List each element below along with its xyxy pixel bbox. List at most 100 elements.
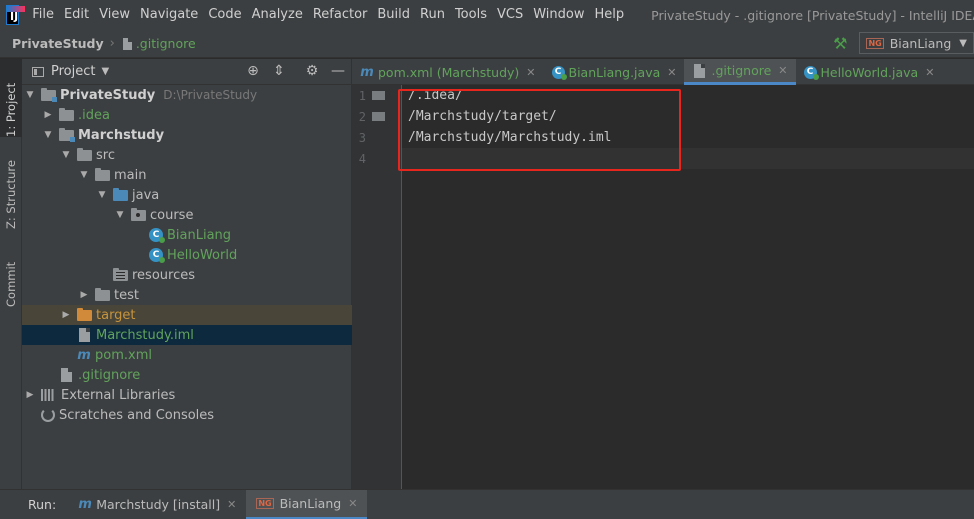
tree-item[interactable]: ▼ course bbox=[22, 205, 352, 225]
build-hammer-icon[interactable]: ⚒ bbox=[833, 34, 847, 53]
chevron-down-icon[interactable]: ▼ bbox=[101, 66, 109, 77]
project-panel-header: Project ▼ ⊕ ⇕ ⚙ — bbox=[22, 59, 351, 85]
gutter-line: 4 bbox=[352, 148, 401, 169]
tool-tab-structure[interactable]: Z: Structure bbox=[0, 149, 22, 229]
maven-icon: m bbox=[78, 497, 92, 512]
editor-tab[interactable]: m pom.xml (Marchstudy) ✕ bbox=[352, 59, 544, 85]
tree-item-label: resources bbox=[132, 267, 196, 283]
tool-tab-commit[interactable]: Commit bbox=[0, 247, 22, 307]
tree-item-label: HelloWorld bbox=[167, 247, 238, 263]
tree-item-label: main bbox=[114, 167, 147, 183]
navigation-bar: PrivateStudy › .gitignore ⚒ NG BianLiang… bbox=[0, 30, 974, 58]
close-icon[interactable]: ✕ bbox=[925, 66, 934, 79]
menu-tools[interactable]: Tools bbox=[450, 0, 492, 30]
editor-tab[interactable]: .gitignore ✕ bbox=[684, 59, 796, 85]
tool-tab-structure-label: Z: Structure bbox=[4, 160, 18, 229]
run-tab[interactable]: NG BianLiang ✕ bbox=[246, 489, 368, 519]
locate-target-icon[interactable]: ⊕ bbox=[244, 63, 262, 79]
run-configuration-selector[interactable]: NG BianLiang ▼ bbox=[859, 32, 974, 54]
source-folder-icon bbox=[113, 187, 128, 201]
breadcrumb-file[interactable]: .gitignore bbox=[121, 36, 196, 51]
tree-item[interactable]: ▶ target bbox=[22, 305, 352, 325]
tree-item[interactable]: ▶Marchstudy.iml bbox=[22, 325, 352, 345]
editor-tab[interactable]: C BianLiang.java ✕ bbox=[544, 59, 685, 85]
tree-item[interactable]: ▶ External Libraries bbox=[22, 385, 352, 405]
folder-icon bbox=[59, 107, 74, 121]
expand-arrow-right-icon[interactable]: ▶ bbox=[43, 110, 53, 120]
tree-item-label: pom.xml bbox=[95, 347, 152, 363]
java-class-icon: C bbox=[551, 65, 567, 80]
tool-tab-commit-label: Commit bbox=[4, 261, 18, 307]
expand-arrow-down-icon[interactable]: ▼ bbox=[61, 150, 71, 160]
tree-item[interactable]: ▶CBianLiang bbox=[22, 225, 352, 245]
expand-arrow-right-icon[interactable]: ▶ bbox=[61, 310, 71, 320]
gear-icon[interactable]: ⚙ bbox=[303, 63, 321, 79]
expand-arrow-down-icon[interactable]: ▼ bbox=[43, 130, 53, 140]
tree-item[interactable]: ▶ .idea bbox=[22, 105, 352, 125]
tree-item[interactable]: ▶ test bbox=[22, 285, 352, 305]
menu-build[interactable]: Build bbox=[372, 0, 415, 30]
close-icon[interactable]: ✕ bbox=[348, 497, 357, 510]
run-tab-label: Marchstudy [install] bbox=[96, 497, 221, 512]
project-panel-title[interactable]: Project bbox=[51, 64, 95, 79]
tree-item-label: .gitignore bbox=[78, 367, 141, 383]
file-icon bbox=[61, 368, 72, 382]
editor-tab-label: BianLiang.java bbox=[568, 64, 661, 80]
tree-item[interactable]: ▶.gitignore bbox=[22, 365, 352, 385]
expand-arrow-right-icon[interactable]: ▶ bbox=[79, 290, 89, 300]
menu-vcs[interactable]: VCS bbox=[492, 0, 528, 30]
tree-item-label: Scratches and Consoles bbox=[59, 407, 215, 423]
left-tool-strip: 1: Project Z: Structure Commit bbox=[0, 59, 22, 489]
file-icon bbox=[79, 328, 90, 342]
breadcrumb-file-label: .gitignore bbox=[135, 36, 196, 51]
menu-refactor[interactable]: Refactor bbox=[308, 0, 373, 30]
breadcrumb-project[interactable]: PrivateStudy bbox=[12, 36, 104, 51]
folder-icon bbox=[95, 167, 110, 181]
editor-tab[interactable]: C HelloWorld.java ✕ bbox=[796, 59, 943, 85]
breadcrumb-separator-icon: › bbox=[109, 36, 115, 51]
menu-edit[interactable]: Edit bbox=[59, 0, 94, 30]
expand-arrow-down-icon[interactable]: ▼ bbox=[97, 190, 107, 200]
line-number: 2 bbox=[358, 109, 366, 124]
menu-run[interactable]: Run bbox=[415, 0, 450, 30]
menu-window[interactable]: Window bbox=[528, 0, 589, 30]
main-menu: File Edit View Navigate Code Analyze Refactor B… bbox=[27, 0, 629, 30]
tool-tab-project[interactable]: 1: Project bbox=[0, 59, 22, 137]
project-panel: Project ▼ ⊕ ⇕ ⚙ — ▼ PrivateStudy D:\Privat… bbox=[22, 59, 352, 489]
hide-panel-icon[interactable]: — bbox=[329, 63, 347, 79]
menu-file[interactable]: File bbox=[27, 0, 59, 30]
menu-help[interactable]: Help bbox=[589, 0, 629, 30]
line-number: 1 bbox=[358, 88, 366, 103]
close-icon[interactable]: ✕ bbox=[667, 66, 676, 79]
tree-item[interactable]: ▶resources bbox=[22, 265, 352, 285]
expand-arrow-down-icon[interactable]: ▼ bbox=[79, 170, 89, 180]
close-icon[interactable]: ✕ bbox=[778, 64, 787, 77]
folder-icon bbox=[95, 287, 110, 301]
java-class-icon: C bbox=[149, 228, 165, 243]
menu-code[interactable]: Code bbox=[203, 0, 246, 30]
expand-arrow-down-icon[interactable]: ▼ bbox=[25, 90, 35, 100]
tree-item[interactable]: ▶Scratches and Consoles bbox=[22, 405, 352, 425]
code-editor[interactable]: 1234 /.idea//Marchstudy/target//Marchstu… bbox=[352, 85, 974, 489]
tree-item-label: src bbox=[96, 147, 115, 163]
tree-item[interactable]: ▼ main bbox=[22, 165, 352, 185]
tree-item[interactable]: ▼ PrivateStudy D:\PrivateStudy bbox=[22, 85, 352, 105]
scratches-icon bbox=[41, 408, 55, 422]
maven-icon: m bbox=[360, 64, 374, 80]
tree-item[interactable]: ▶mpom.xml bbox=[22, 345, 352, 365]
tree-item-label: BianLiang bbox=[167, 227, 232, 243]
expand-arrow-down-icon[interactable]: ▼ bbox=[115, 210, 125, 220]
collapse-all-icon[interactable]: ⇕ bbox=[270, 63, 288, 79]
close-icon[interactable]: ✕ bbox=[227, 498, 236, 511]
menu-view[interactable]: View bbox=[94, 0, 135, 30]
tree-item[interactable]: ▼ src bbox=[22, 145, 352, 165]
expand-arrow-right-icon[interactable]: ▶ bbox=[25, 390, 35, 400]
menu-navigate[interactable]: Navigate bbox=[135, 0, 203, 30]
run-tab[interactable]: m Marchstudy [install] ✕ bbox=[68, 490, 246, 519]
menu-analyze[interactable]: Analyze bbox=[247, 0, 308, 30]
tree-item[interactable]: ▶CHelloWorld bbox=[22, 245, 352, 265]
tree-item[interactable]: ▼ java bbox=[22, 185, 352, 205]
editor-gutter[interactable]: 1 2 3 4 bbox=[352, 85, 402, 489]
close-icon[interactable]: ✕ bbox=[526, 66, 535, 79]
tree-item[interactable]: ▼ Marchstudy bbox=[22, 125, 352, 145]
